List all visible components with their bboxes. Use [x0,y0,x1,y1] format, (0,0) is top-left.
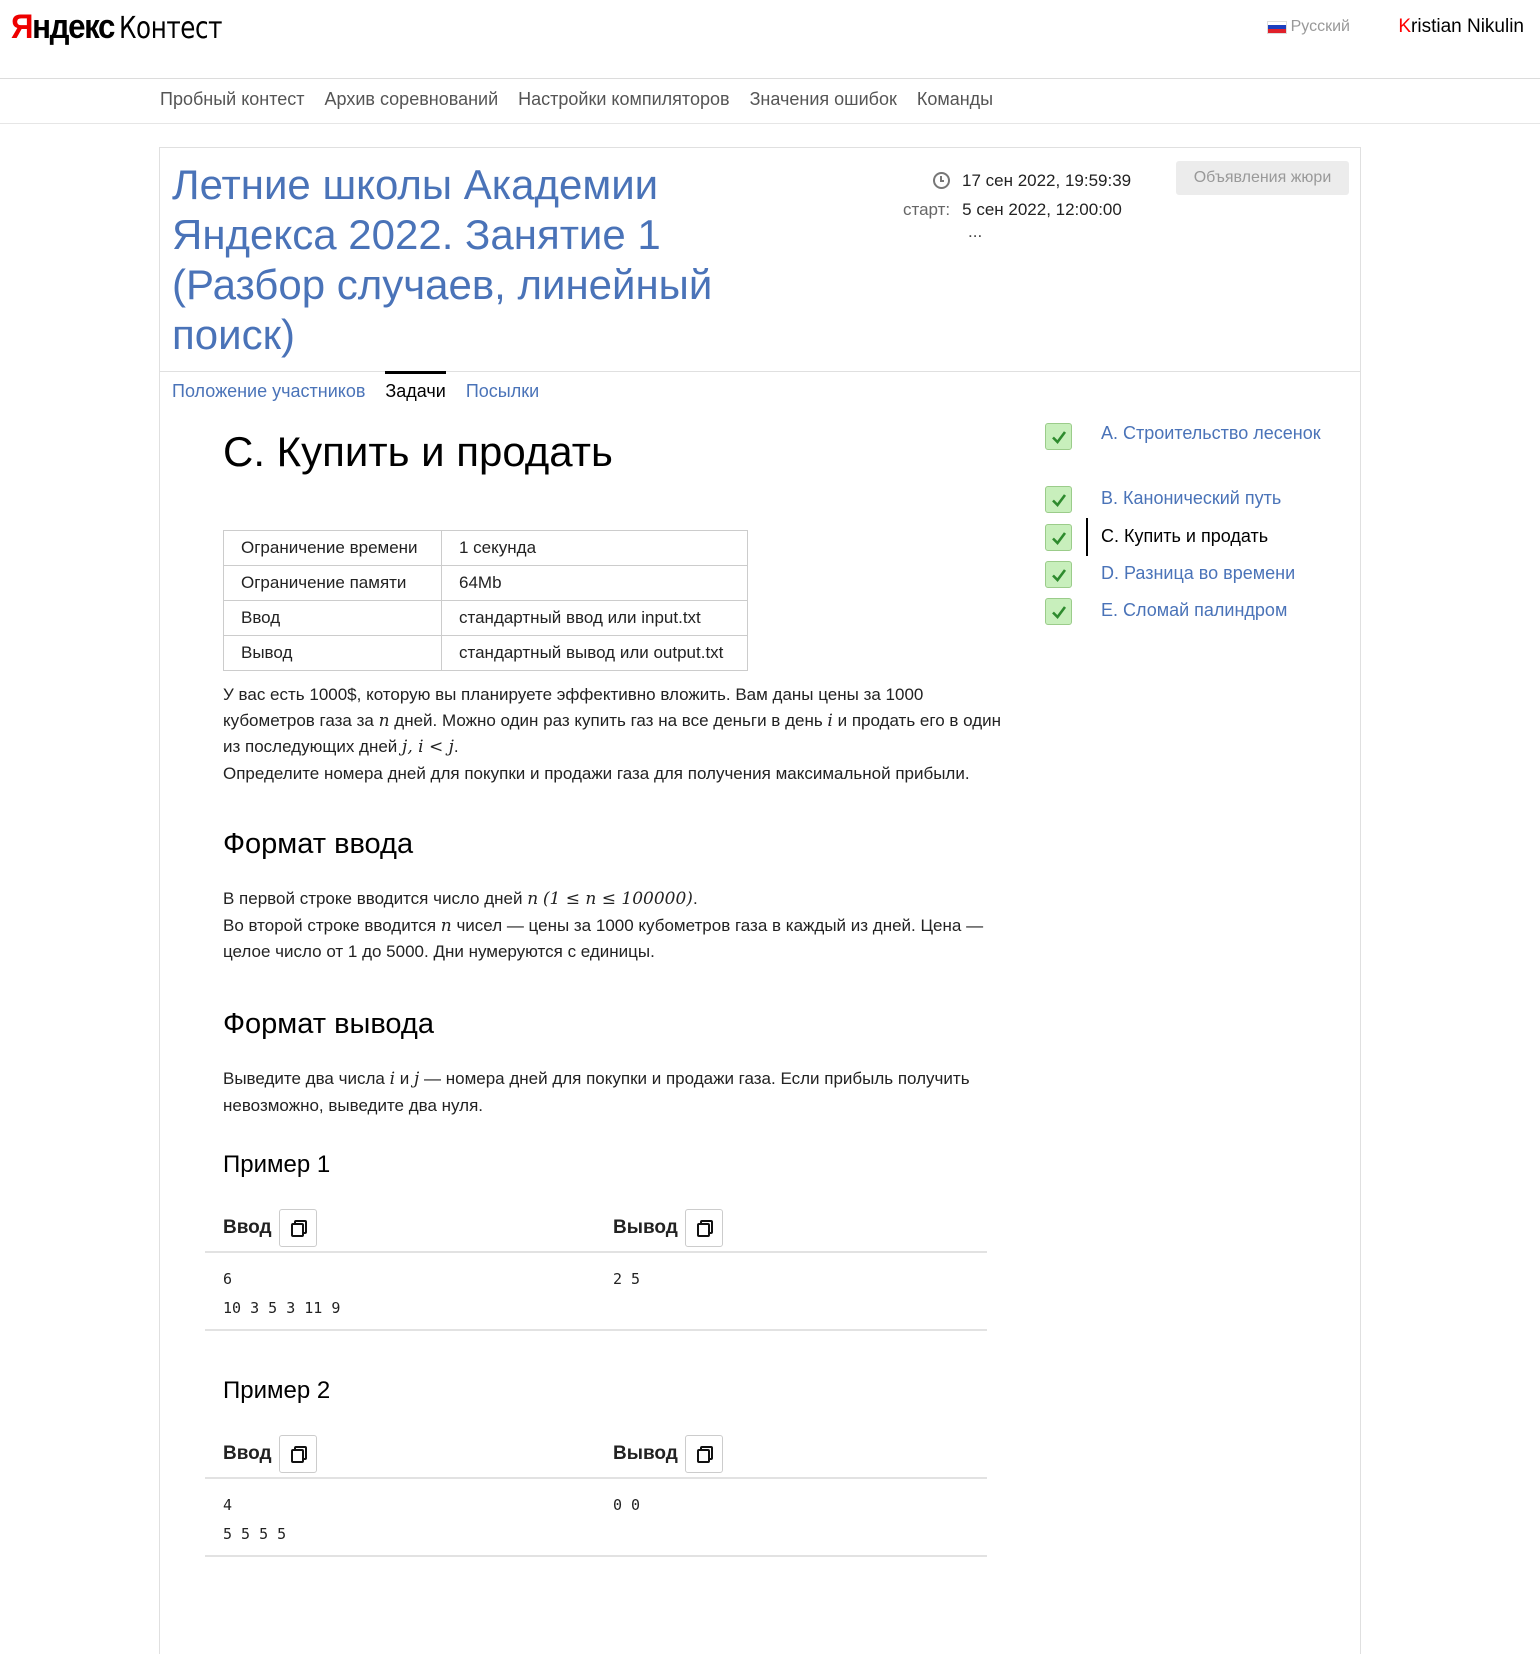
math-j: j [413,1069,420,1089]
solved-check-icon [1045,561,1072,588]
math-i: i [827,710,833,731]
problem-list-label: E. Сломай палиндром [1101,600,1288,620]
nav-error-meanings[interactable]: Значения ошибок [750,89,897,110]
contest-timer: 17 сен 2022, 19:59:39 старт: 5 сен 2022,… [903,166,1132,241]
example-output-label: Вывод [613,1217,678,1238]
limit-key: Ввод [223,600,442,636]
problem-list-label: B. Канонический путь [1101,488,1282,508]
format-text: Выведите два числа [223,1069,385,1088]
clock-icon [933,172,950,189]
user-name-rest: ristian Nikulin [1411,16,1524,37]
copy-output-button[interactable] [685,1435,723,1473]
math-j-condition: j, i < j [402,737,454,757]
math-n: n [527,889,539,909]
limit-key: Ограничение памяти [223,565,442,601]
table-row: Ограничение памяти 64Mb [223,565,748,601]
math-n: n [440,915,452,936]
example-input[interactable]: 4 5 5 5 5 [223,1491,286,1549]
statement-text: дней. Можно один раз купить газ на все д… [394,710,823,730]
output-format-title: Формат вывода [223,1008,434,1040]
user-menu[interactable]: Kristian Nikulin [1398,16,1524,38]
limit-key: Ограничение времени [223,530,442,566]
math-n-range: (1 ≤ n ≤ 100000) [542,889,693,909]
example-divider [205,1251,987,1253]
copy-input-button[interactable] [279,1435,317,1473]
example-input-label: Ввод [223,1443,272,1464]
copy-output-button[interactable] [685,1209,723,1247]
current-time: 17 сен 2022, 19:59:39 [962,170,1132,190]
math-n: n [378,710,390,731]
solved-check-icon [1045,598,1072,625]
limit-key: Вывод [223,635,442,671]
language-switcher[interactable]: Русский [1266,18,1350,36]
current-problem-indicator [1086,518,1088,556]
output-format-text: Выведите два числа i и j — номера дней д… [223,1066,1013,1118]
copy-input-button[interactable] [279,1209,317,1247]
contest-panel: Летние школы Академии Яндекса 2022. Заня… [159,147,1361,1654]
solved-check-icon [1045,524,1072,551]
top-header: Яндекс Контест Русский Kristian Nikulin [0,0,1540,79]
example-output-label: Вывод [613,1443,678,1464]
problem-list-label: C. Купить и продать [1101,526,1269,546]
solved-check-icon [1045,486,1072,513]
copy-icon-front [291,1223,304,1237]
table-row: Вывод стандартный вывод или output.txt [223,635,748,671]
more-ellipsis[interactable]: ... [968,223,1131,240]
example-input[interactable]: 6 10 3 5 3 11 9 [223,1265,340,1323]
limit-value: стандартный ввод или input.txt [441,600,748,636]
problem-list-label: D. Разница во времени [1101,563,1296,583]
example-input-label: Ввод [223,1217,272,1238]
copy-icon-front [697,1223,710,1237]
yandex-contest-logo[interactable]: Яндекс Контест [11,8,245,52]
example-output[interactable]: 0 0 [613,1491,640,1520]
example-divider [205,1477,987,1479]
tab-standings[interactable]: Положение участников [172,371,365,411]
nav-archive[interactable]: Архив соревнований [325,89,499,110]
example-divider [205,1329,987,1331]
russia-flag-icon [1266,20,1287,34]
language-label: Русский [1290,18,1350,35]
jury-announcements-button[interactable]: Объявления жюри [1176,161,1349,195]
format-text: Во второй строке вводится [223,915,437,935]
example-title: Пример 2 [223,1377,331,1404]
format-text: и [399,1069,410,1088]
tab-submissions[interactable]: Посылки [466,371,539,411]
copy-icon-front [291,1449,304,1463]
table-row: Ограничение времени 1 секунда [223,530,748,566]
limit-value: стандартный вывод или output.txt [441,635,748,671]
limit-value: 64Mb [441,565,748,601]
example-output[interactable]: 2 5 [613,1265,640,1294]
nav-compiler-settings[interactable]: Настройки компиляторов [518,89,729,110]
tab-problems[interactable]: Задачи [385,371,446,411]
contest-tabs: Положение участников Задачи Посылки [172,371,559,411]
copy-icon-front [697,1449,710,1463]
table-row: Ввод стандартный ввод или input.txt [223,600,748,636]
example-divider [205,1555,987,1557]
statement-text: . [453,737,459,756]
solved-check-icon [1045,423,1072,450]
user-name-first-letter: K [1398,16,1412,37]
logo-brand: Яндекс [11,8,115,46]
example-header: Ввод Вывод [223,1209,1003,1247]
contest-title[interactable]: Летние школы Академии Яндекса 2022. Заня… [172,160,772,360]
example-header: Ввод Вывод [223,1435,1003,1473]
format-text: . [692,889,698,908]
main-nav: Пробный контест Архив соревнований Настр… [0,79,1540,124]
statement-text: Определите номера дней для покупки и про… [223,763,970,783]
limits-table: Ограничение времени 1 секунда Ограничение… [223,530,748,671]
example-title: Пример 1 [223,1151,331,1178]
problem-title: C. Купить и продать [223,428,613,475]
input-format-text: В первой строке вводится число дней n (1… [223,886,1013,965]
nav-trial-contest[interactable]: Пробный контест [160,89,305,110]
start-label: старт: [903,199,951,219]
start-time: 5 сен 2022, 12:00:00 [962,199,1122,219]
nav-teams[interactable]: Команды [917,89,993,110]
format-text: В первой строке вводится число дней [223,889,523,908]
problem-statement: У вас есть 1000$, которую вы планируете … [223,682,1013,786]
problem-list-label: A. Строительство лесенок [1101,423,1321,443]
logo-product: Контест [118,11,223,46]
input-format-title: Формат ввода [223,828,414,860]
limit-value: 1 секунда [441,530,748,566]
math-i: i [389,1069,396,1089]
